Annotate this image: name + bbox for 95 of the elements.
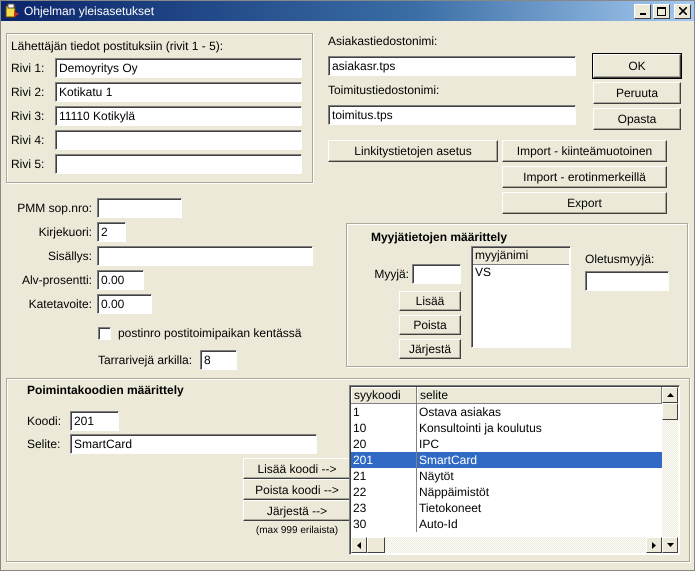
dialog-button[interactable]: Peruuta	[593, 82, 681, 104]
field-label: Rivi 4:	[11, 133, 46, 147]
input-field[interactable]: 0.00	[97, 294, 152, 314]
input-field[interactable]: SmartCard	[70, 434, 317, 454]
group-title: Poimintakoodien määrittely	[27, 383, 185, 397]
scroll-thumb[interactable]	[662, 403, 678, 420]
table-cell-text: Näppäimistöt	[418, 484, 490, 500]
field-label: Katetavoite:	[28, 297, 92, 311]
minimize-button[interactable]	[634, 4, 651, 18]
input-field[interactable]	[412, 264, 461, 284]
field-label: Sisällys:	[46, 249, 92, 263]
input-field[interactable]	[55, 154, 302, 174]
input-field[interactable]: 201	[70, 410, 119, 430]
field-label: Rivi 2:	[11, 85, 46, 99]
note-text: (max 999 erilaista)	[256, 525, 338, 536]
action-button[interactable]: Import - kiinteämuotoinen	[502, 140, 667, 162]
seller-button[interactable]: Poista	[399, 315, 461, 335]
input-field[interactable]: 0.00	[97, 270, 144, 290]
input-field[interactable]	[55, 130, 302, 150]
table-cell: 21	[351, 468, 417, 484]
table-cell-text: SmartCard	[418, 452, 478, 468]
input-field[interactable]	[97, 198, 182, 218]
group-title: Lähettäjän tiedot postituksiin (rivit 1 - 5):	[11, 39, 224, 53]
scroll-up-icon[interactable]	[662, 387, 678, 403]
group-title: Myyjätietojen määrittely	[371, 230, 508, 244]
seller-button[interactable]: Lisää	[399, 291, 461, 311]
field-label: Tarrarivejä arkilla:	[98, 353, 192, 367]
input-field[interactable]: asiakasr.tps	[328, 56, 576, 76]
code-button[interactable]: Järjestä -->	[243, 500, 351, 521]
app-icon	[4, 3, 20, 19]
field-label: Toimitustiedostonimi:	[328, 83, 440, 99]
scroll-thumb[interactable]	[367, 537, 385, 553]
input-field[interactable]	[97, 246, 313, 266]
horizontal-scrollbar[interactable]	[351, 537, 678, 553]
table-cell: 1	[351, 404, 417, 420]
input-field[interactable]: 11110 Kotikylä	[55, 106, 302, 126]
close-icon	[678, 7, 686, 15]
field-label: PMM sop.nro:	[16, 201, 92, 215]
table-row[interactable]: 1 Ostava asiakas	[351, 404, 662, 420]
checkbox-label: postinro postitoimipaikan kentässä	[118, 326, 302, 340]
table-cell-text: Auto-Id	[418, 516, 459, 532]
checkbox[interactable]	[98, 326, 111, 340]
column-header[interactable]: selite	[417, 387, 662, 404]
close-button[interactable]	[674, 4, 691, 18]
input-field[interactable]: 2	[97, 222, 126, 242]
field-label: Oletusmyyjä:	[585, 252, 656, 266]
table-row[interactable]: 10 Konsultointi ja koulutus	[351, 420, 662, 436]
input-field[interactable]	[585, 271, 669, 291]
field-label: Rivi 5:	[11, 157, 46, 171]
seller-button[interactable]: Järjestä	[399, 339, 461, 359]
table-cell-text: Ostava asiakas	[418, 404, 502, 420]
action-button[interactable]: Export	[502, 192, 667, 214]
table-cell-text: IPC	[418, 436, 440, 452]
table-cell: 22	[351, 484, 417, 500]
dialog-button[interactable]: Opasta	[593, 108, 681, 130]
maximize-icon	[657, 6, 666, 16]
field-label: Alv-prosentti:	[20, 273, 92, 287]
table-cell-text: Konsultointi ja koulutus	[418, 420, 543, 436]
table-cell-text: Näytöt	[418, 468, 455, 484]
table-row[interactable]: 201 SmartCard	[351, 452, 662, 468]
scroll-right-icon[interactable]	[646, 537, 662, 553]
table-row[interactable]: 22 Näppäimistöt	[351, 484, 662, 500]
column-header[interactable]: syykoodi	[351, 387, 417, 404]
input-field[interactable]: Demoyritys Oy	[55, 58, 302, 78]
field-label: Rivi 1:	[11, 61, 46, 75]
field-label: Koodi:	[27, 414, 62, 428]
scroll-left-icon[interactable]	[351, 537, 367, 553]
seller-list[interactable]: myyjänimi VS	[471, 246, 571, 348]
action-button[interactable]: Import - erotinmerkeillä	[502, 166, 667, 188]
code-button[interactable]: Lisää koodi -->	[243, 458, 351, 479]
scroll-down-icon[interactable]	[662, 537, 678, 553]
table-cell: 30	[351, 516, 417, 532]
table-cell-text: Tietokoneet	[418, 500, 482, 516]
field-label: Myyjä:	[374, 267, 409, 281]
field-label: Rivi 3:	[11, 109, 46, 123]
action-button[interactable]: Linkitystietojen asetus	[328, 140, 498, 162]
vertical-scrollbar[interactable]	[662, 387, 678, 537]
list-item[interactable]: VS	[473, 265, 569, 279]
input-field[interactable]: 8	[200, 350, 238, 370]
field-label: Kirjekuori:	[38, 225, 92, 239]
table-row[interactable]: 30 Auto-Id	[351, 516, 662, 532]
dialog-button[interactable]: OK	[593, 54, 681, 78]
input-field[interactable]: Kotikatu 1	[55, 82, 302, 102]
table-cell: 10	[351, 420, 417, 436]
column-header[interactable]: myyjänimi	[473, 248, 569, 265]
window-title: Ohjelman yleisasetukset	[24, 4, 154, 18]
maximize-button[interactable]	[653, 4, 670, 18]
table-row[interactable]: 23 Tietokoneet	[351, 500, 662, 516]
field-label: Selite:	[27, 436, 62, 450]
table-cell: 201	[351, 452, 417, 468]
input-field[interactable]: toimitus.tps	[328, 105, 576, 125]
table-row[interactable]: 21 Näytöt	[351, 468, 662, 484]
field-label: Asiakastiedostonimi:	[328, 34, 438, 50]
table-cell: 23	[351, 500, 417, 516]
code-button[interactable]: Poista koodi -->	[243, 479, 351, 500]
